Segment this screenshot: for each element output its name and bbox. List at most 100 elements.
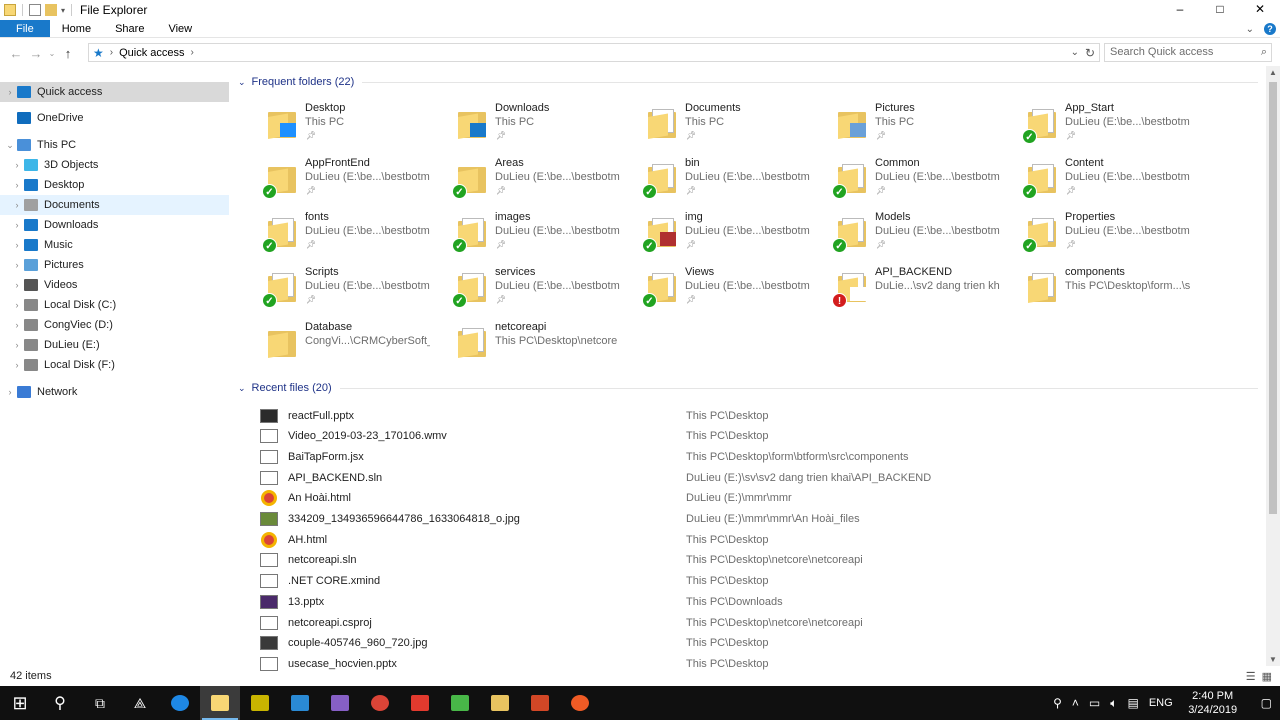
pinned-app-icon[interactable]: ⟁ — [120, 686, 160, 720]
search-input[interactable]: Search Quick access ⌕ — [1104, 43, 1272, 62]
chevron-right-icon[interactable]: › — [10, 160, 24, 170]
folder-tile[interactable]: ✓ App_Start DuLieu (E:\be...\bestbotmi 📌︎ — [990, 101, 1190, 153]
recent-file-row[interactable]: AH.html This PC\Desktop — [260, 529, 1260, 550]
folder-tile[interactable]: Desktop This PC 📌︎ — [230, 101, 420, 153]
sidebar-item-dulieu-e[interactable]: › DuLieu (E:) — [0, 335, 229, 355]
postman-icon[interactable] — [560, 686, 600, 720]
sidebar-item-3d-objects[interactable]: › 3D Objects — [0, 155, 229, 175]
minimize-button[interactable]: – — [1160, 0, 1200, 20]
folder-tile[interactable]: ✓ Scripts DuLieu (E:\be...\bestbotmi 📌︎ — [230, 265, 430, 317]
customize-toolbar-icon[interactable]: ▾ — [61, 6, 65, 15]
camtasia-icon[interactable] — [440, 686, 480, 720]
sidebar-item-downloads[interactable]: › Downloads — [0, 215, 229, 235]
clock[interactable]: 2:40 PM 3/24/2019 — [1183, 689, 1243, 717]
edge-icon[interactable] — [160, 686, 200, 720]
address-dropdown-icon[interactable]: ⌄ — [1071, 47, 1079, 58]
sidebar-item-desktop[interactable]: › Desktop — [0, 175, 229, 195]
tab-file[interactable]: File — [0, 20, 50, 37]
chevron-right-icon[interactable]: › — [10, 260, 24, 270]
visual-studio-icon[interactable] — [320, 686, 360, 720]
recent-file-row[interactable]: 13.pptx This PC\Downloads — [260, 591, 1260, 612]
sidebar-item-music[interactable]: › Music — [0, 235, 229, 255]
sidebar-item-videos[interactable]: › Videos — [0, 275, 229, 295]
vertical-scrollbar[interactable]: ▲ ▼ — [1266, 66, 1280, 666]
folder-tile[interactable]: ✓ fonts DuLieu (E:\be...\bestbotmi 📌︎ — [230, 210, 430, 262]
sidebar-item-quick-access[interactable]: › Quick access — [0, 82, 229, 102]
recent-file-row[interactable]: couple-405746_960_720.jpg This PC\Desktop — [260, 633, 1260, 654]
notepad-icon[interactable] — [480, 686, 520, 720]
chevron-right-icon[interactable]: › — [10, 240, 24, 250]
volume-icon[interactable]: 🔈︎ — [1110, 696, 1117, 711]
chevron-right-icon[interactable]: › — [10, 320, 24, 330]
chevron-right-icon[interactable]: › — [191, 47, 194, 58]
recent-file-row[interactable]: BaiTapForm.jsx This PC\Desktop\form\btfor… — [260, 446, 1260, 467]
chevron-right-icon[interactable]: › — [3, 387, 17, 397]
chrome-icon[interactable] — [360, 686, 400, 720]
up-button[interactable]: ↑ — [58, 46, 78, 61]
tool-icon[interactable] — [240, 686, 280, 720]
chevron-right-icon[interactable]: › — [110, 47, 113, 58]
powerpoint-icon[interactable] — [520, 686, 560, 720]
close-button[interactable]: ✕ — [1240, 0, 1280, 20]
folder-tile[interactable]: netcoreapi This PC\Desktop\netcore — [420, 320, 617, 372]
recent-file-row[interactable]: 334209_134936596644786_1633064818_o.jpg D… — [260, 509, 1260, 530]
folder-tile[interactable]: ✓ Properties DuLieu (E:\be...\bestbotmi 📌︎ — [990, 210, 1190, 262]
folder-tile[interactable]: Downloads This PC 📌︎ — [420, 101, 610, 153]
sidebar-item-this-pc[interactable]: ⌄ This PC — [0, 135, 229, 155]
folder-tile[interactable]: ✓ img DuLieu (E:\be...\bestbotmi 📌︎ — [610, 210, 810, 262]
folder-tile[interactable]: ✓ Areas DuLieu (E:\be...\bestbotmi 📌︎ — [420, 156, 620, 208]
xmind-icon[interactable] — [400, 686, 440, 720]
sidebar-item-pictures[interactable]: › Pictures — [0, 255, 229, 275]
details-view-icon[interactable]: ☰ — [1246, 670, 1256, 683]
folder-tile[interactable]: DatabaseCongVi...\CRMCyberSoft_BE — [230, 320, 430, 372]
scroll-up-icon[interactable]: ▲ — [1266, 68, 1280, 77]
scrollbar-thumb[interactable] — [1269, 82, 1277, 514]
recent-file-row[interactable]: netcoreapi.sln This PC\Desktop\netcore\ne… — [260, 550, 1260, 571]
folder-tile[interactable]: ✓ Content DuLieu (E:\be...\bestbotmi 📌︎ — [990, 156, 1190, 208]
chevron-down-icon[interactable]: ⌄ — [3, 140, 17, 151]
folder-tile[interactable]: Pictures This PC 📌︎ — [800, 101, 990, 153]
help-icon[interactable]: ? — [1264, 23, 1276, 35]
recent-file-row[interactable]: .NET CORE.xmind This PC\Desktop — [260, 571, 1260, 592]
recent-file-row[interactable]: netcoreapi.csproj This PC\Desktop\netcore… — [260, 612, 1260, 633]
new-folder-icon[interactable] — [45, 4, 57, 16]
properties-icon[interactable] — [29, 4, 41, 16]
folder-tile[interactable]: ✓ images DuLieu (E:\be...\bestbotmi 📌︎ — [420, 210, 620, 262]
address-bar[interactable]: ★ › Quick access › ⌄ ↻ — [88, 43, 1100, 62]
chevron-right-icon[interactable]: › — [10, 280, 24, 290]
chevron-right-icon[interactable]: › — [10, 200, 24, 210]
recent-file-row[interactable]: An Hoài.html DuLieu (E:)\mmr\mmr — [260, 488, 1260, 509]
start-icon[interactable]: ⊞ — [0, 686, 40, 720]
sidebar-item-documents[interactable]: › Documents — [0, 195, 229, 215]
breadcrumb-quick-access[interactable]: Quick access — [119, 47, 184, 59]
folder-tile[interactable]: ✓ Models DuLieu (E:\be...\bestbotmi 📌︎ — [800, 210, 1000, 262]
sidebar-item-local-disk-c[interactable]: › Local Disk (C:) — [0, 295, 229, 315]
chevron-right-icon[interactable]: › — [10, 300, 24, 310]
tab-view[interactable]: View — [156, 20, 204, 37]
refresh-icon[interactable]: ↻ — [1085, 46, 1095, 60]
sidebar-item-network[interactable]: › Network — [0, 382, 229, 402]
network-tray-icon[interactable]: ▤ — [1127, 696, 1138, 710]
folder-tile[interactable]: Documents This PC 📌︎ — [610, 101, 800, 153]
back-button[interactable]: ← — [6, 46, 26, 61]
recent-files-header[interactable]: ⌄ Recent files (20) — [238, 380, 1258, 396]
folder-tile[interactable]: ✓ Common DuLieu (E:\be...\bestbotmi 📌︎ — [800, 156, 1000, 208]
recent-locations-button[interactable]: ⌄ — [46, 49, 58, 58]
forward-button[interactable]: → — [26, 46, 46, 61]
recent-file-row[interactable]: reactFull.pptx This PC\Desktop — [260, 405, 1260, 426]
notifications-icon[interactable]: ▢ — [1261, 696, 1272, 710]
task-view-icon[interactable]: ⧉ — [80, 686, 120, 720]
folder-tile[interactable]: ✓ bin DuLieu (E:\be...\bestbotmi 📌︎ — [610, 156, 810, 208]
chevron-right-icon[interactable]: › — [10, 180, 24, 190]
recent-file-row[interactable]: Video_2019-03-23_170106.wmv This PC\Deskt… — [260, 426, 1260, 447]
maximize-button[interactable]: □ — [1200, 0, 1240, 20]
people-icon[interactable]: ⚲ — [1053, 696, 1062, 710]
folder-tile[interactable]: ! API_BACKEND DuLie...\sv2 dang trien khai — [800, 265, 1000, 317]
sidebar-item-onedrive[interactable]: OneDrive — [0, 108, 229, 128]
folder-tile[interactable]: components This PC\Desktop\form...\src — [990, 265, 1190, 317]
chevron-right-icon[interactable]: › — [3, 87, 17, 97]
recent-file-row[interactable]: API_BACKEND.sln DuLieu (E:)\sv\sv2 dang t… — [260, 467, 1260, 488]
battery-icon[interactable]: ▭ — [1089, 696, 1100, 710]
folder-tile[interactable]: ✓ Views DuLieu (E:\be...\bestbotmi 📌︎ — [610, 265, 810, 317]
chevron-right-icon[interactable]: › — [10, 340, 24, 350]
